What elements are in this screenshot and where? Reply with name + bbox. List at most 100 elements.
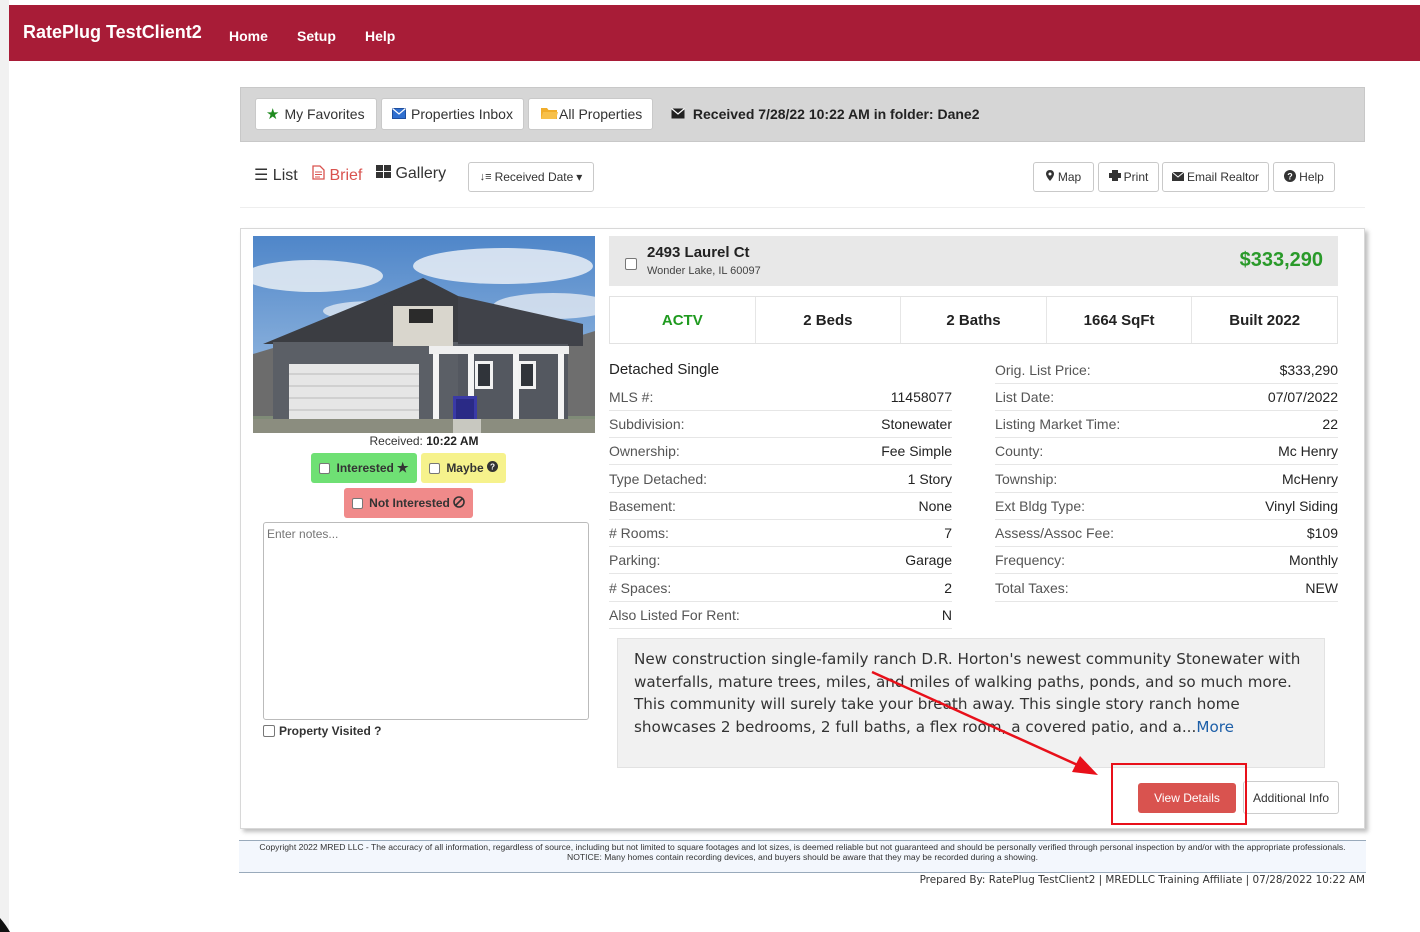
sort-dropdown[interactable]: ↓≡ Received Date ▾ [468, 162, 594, 192]
map-label: Map [1057, 170, 1082, 184]
detail-row: List Date: 07/07/2022 [995, 384, 1338, 411]
map-marker-icon [1045, 170, 1054, 184]
detail-label: Ext Bldg Type: [995, 498, 1086, 514]
detail-value: Fee Simple [881, 443, 952, 459]
detail-value: Stonewater [881, 416, 952, 432]
document-icon [312, 165, 329, 184]
detail-row: Frequency: Monthly [995, 547, 1338, 574]
svg-text:?: ? [490, 463, 495, 472]
interested-checkbox[interactable] [319, 462, 331, 474]
interested-button[interactable]: Interested ★ [311, 453, 417, 483]
detail-row: Also Listed For Rent: N [609, 602, 952, 629]
interested-label: Interested [336, 461, 394, 475]
detail-value: 1 Story [907, 471, 952, 487]
my-favorites-button[interactable]: ★ My Favorites [255, 98, 377, 130]
detail-value: 07/07/2022 [1267, 389, 1338, 405]
detail-label: Frequency: [995, 552, 1066, 568]
email-realtor-button[interactable]: Email Realtor [1162, 162, 1269, 192]
built-stat: Built 2022 [1229, 311, 1301, 329]
detail-row: Type Detached: 1 Story [609, 466, 952, 493]
question-circle-icon: ? [1284, 169, 1297, 185]
folder-bar: ★ My Favorites Properties Inbox All Prop… [240, 87, 1365, 142]
received-info: Received 7/28/22 10:22 AM in folder: Dan… [671, 106, 980, 122]
brand-title[interactable]: RatePlug TestClient2 [23, 22, 202, 43]
listing-price: $333,290 [1239, 249, 1323, 271]
question-circle-icon: ? [486, 461, 498, 475]
detail-row: # Spaces: 2 [609, 575, 952, 602]
ban-icon [453, 495, 465, 511]
received-time: Received: 10:22 AM [253, 434, 595, 448]
detail-value: Monthly [1288, 552, 1338, 568]
view-brief-label: Brief [329, 167, 363, 184]
detail-value: N [941, 607, 952, 623]
envelope-open-icon [671, 106, 689, 122]
property-visited-field[interactable]: Property Visited ? [263, 724, 381, 738]
more-link[interactable]: More [1196, 718, 1234, 736]
view-list-label: List [272, 167, 298, 184]
all-properties-button[interactable]: All Properties [528, 98, 653, 130]
detail-label: Subdivision: [609, 416, 685, 432]
listing-card: Received: 10:22 AM Interested ★ Maybe ? … [240, 228, 1365, 829]
copyright-text: Copyright 2022 MRED LLC - The accuracy o… [259, 842, 1346, 852]
view-list-link[interactable]: ☰ List [254, 165, 298, 185]
detail-label: Type Detached: [609, 471, 708, 487]
top-navbar: RatePlug TestClient2 Home Setup Help [9, 5, 1420, 61]
maybe-checkbox[interactable] [429, 462, 441, 474]
property-visited-checkbox[interactable] [263, 725, 275, 737]
maybe-label: Maybe [446, 461, 484, 475]
caret-down-icon: ▾ [576, 170, 583, 184]
corner-shadow [0, 918, 10, 932]
not-interested-button[interactable]: Not Interested [344, 488, 473, 518]
detail-label: Parking: [609, 552, 661, 568]
print-button[interactable]: Print [1098, 162, 1159, 192]
detail-label: Ownership: [609, 443, 680, 459]
properties-inbox-label: Properties Inbox [411, 106, 513, 122]
detail-row: Assess/Assoc Fee: $109 [995, 520, 1338, 547]
not-interested-label: Not Interested [369, 496, 450, 510]
property-photo[interactable] [253, 236, 595, 433]
view-brief-link[interactable]: Brief [312, 165, 362, 185]
detail-label: County: [995, 443, 1044, 459]
select-listing-checkbox[interactable] [625, 258, 637, 270]
detail-value: Mc Henry [1278, 443, 1338, 459]
envelope-icon [392, 106, 406, 122]
my-favorites-label: My Favorites [284, 106, 365, 122]
map-button[interactable]: Map [1033, 162, 1094, 192]
baths-stat: 2 Baths [901, 297, 1047, 343]
listing-address[interactable]: 2493 Laurel Ct [647, 244, 750, 261]
detail-row: # Rooms: 7 [609, 520, 952, 547]
maybe-button[interactable]: Maybe ? [421, 453, 506, 483]
detail-label: # Spaces: [609, 580, 672, 596]
folder-icon [541, 106, 558, 122]
detail-label: Orig. List Price: [995, 362, 1091, 378]
additional-info-button[interactable]: Additional Info [1243, 781, 1339, 814]
envelope-icon [1171, 170, 1185, 184]
help-button[interactable]: ? Help [1273, 162, 1335, 192]
listing-header: 2493 Laurel Ct Wonder Lake, IL 60097 $33… [609, 236, 1338, 286]
nav-home[interactable]: Home [229, 28, 268, 44]
properties-inbox-button[interactable]: Properties Inbox [381, 98, 524, 130]
view-gallery-link[interactable]: Gallery [376, 165, 446, 183]
nav-help[interactable]: Help [365, 28, 395, 44]
detail-label: Total Taxes: [995, 580, 1069, 596]
email-realtor-label: Email Realtor [1186, 170, 1260, 184]
property-type: Detached Single [609, 361, 720, 378]
detail-value: Vinyl Siding [1265, 498, 1338, 514]
grid-icon [376, 165, 395, 182]
nav-setup[interactable]: Setup [297, 28, 336, 44]
detail-row: Listing Market Time: 22 [995, 411, 1338, 438]
not-interested-checkbox[interactable] [352, 497, 364, 509]
detail-value: 11458077 [890, 389, 952, 405]
detail-value: 22 [1322, 416, 1338, 432]
detail-row: Parking: Garage [609, 547, 952, 574]
help-label: Help [1299, 170, 1324, 184]
detail-value: Garage [905, 552, 952, 568]
detail-value: None [918, 498, 952, 514]
property-visited-label: Property Visited ? [279, 724, 382, 738]
prepared-by: Prepared By: RatePlug TestClient2 | MRED… [919, 874, 1365, 886]
detail-row: Subdivision: Stonewater [609, 411, 952, 438]
detail-label: Also Listed For Rent: [609, 607, 740, 623]
beds-stat: 2 Beds [756, 297, 902, 343]
star-icon: ★ [396, 460, 409, 475]
notes-textarea[interactable] [263, 522, 589, 720]
